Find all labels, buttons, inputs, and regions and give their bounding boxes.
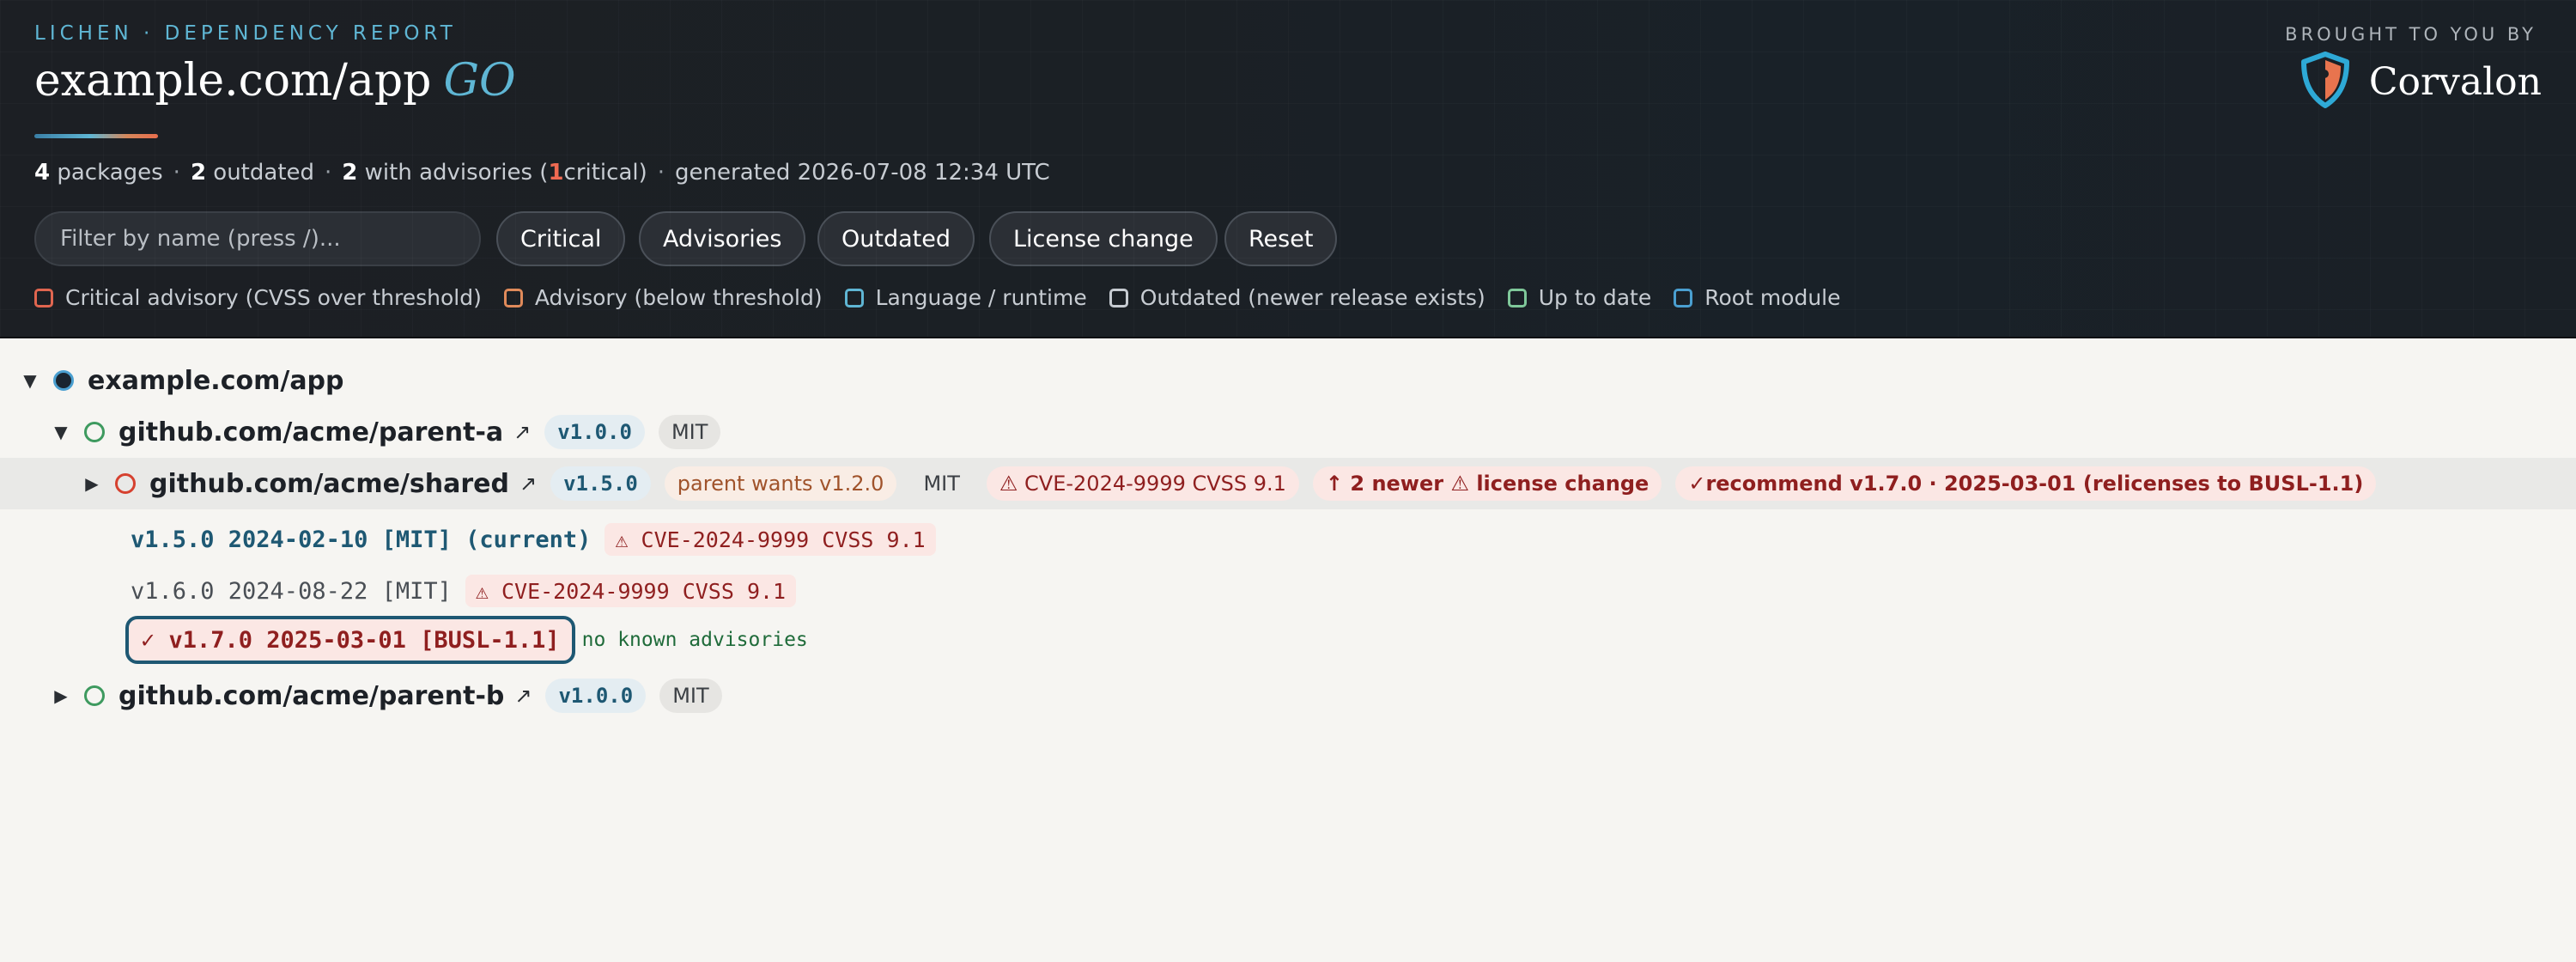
- license-change-filter-button[interactable]: License change: [989, 211, 1218, 266]
- advisories-label: with advisories (: [364, 160, 549, 186]
- legend-swatch: [1674, 288, 1693, 307]
- legend-swatch: [1507, 288, 1527, 307]
- cve-badge: ⚠ CVE-2024-9999 CVSS 9.1: [605, 523, 936, 556]
- external-link-icon[interactable]: ↗: [514, 684, 532, 708]
- package-name: example.com/app: [88, 365, 344, 396]
- tree-row-parent-b[interactable]: ▶ github.com/acme/parent-b ↗ v1.0.0 MIT: [48, 670, 722, 722]
- reset-button[interactable]: Reset: [1224, 211, 1338, 266]
- legend-language[interactable]: Language / runtime: [844, 285, 1087, 310]
- brand: Corvalon: [2299, 52, 2542, 112]
- legend-swatch: [34, 288, 53, 307]
- title-underline: [34, 134, 158, 138]
- legend-critical[interactable]: Critical advisory (CVSS over threshold): [34, 285, 482, 310]
- up-to-date-icon: [84, 422, 105, 442]
- external-link-icon[interactable]: ↗: [513, 420, 531, 444]
- version-text: v1.6.0 2024-08-22 [MIT]: [131, 577, 452, 605]
- generated-timestamp: generated 2026-07-08 12:34 UTC: [675, 160, 1050, 186]
- recommended-version[interactable]: ✓ v1.7.0 2025-03-01 [BUSL-1.1]: [125, 616, 575, 664]
- legend-label: Language / runtime: [875, 285, 1087, 310]
- license-badge: MIT: [659, 679, 722, 713]
- filter-input[interactable]: [34, 211, 481, 266]
- no-advisories-note: no known advisories: [581, 629, 808, 651]
- recommend-badge: ✓recommend v1.7.0 · 2025-03-01 (relicens…: [1675, 466, 2377, 501]
- legend-advisory[interactable]: Advisory (below threshold): [503, 285, 823, 310]
- package-name: github.com/acme/parent-b: [118, 680, 505, 711]
- critical-count: 1: [548, 160, 564, 186]
- report-kicker: LICHEN · DEPENDENCY REPORT: [34, 22, 457, 45]
- parent-wants-badge: parent wants v1.2.0: [664, 466, 897, 501]
- packages-label: packages: [57, 160, 163, 186]
- legend-label: Advisory (below threshold): [534, 285, 823, 310]
- legend-label: Outdated (newer release exists): [1139, 285, 1485, 310]
- caret-right-icon[interactable]: ▶: [48, 685, 74, 706]
- summary-line: 4 packages · 2 outdated · 2 with advisories …: [34, 160, 1050, 186]
- legend-swatch: [844, 288, 864, 307]
- legend-label: Critical advisory (CVSS over threshold): [65, 285, 482, 310]
- legend-label: Root module: [1704, 285, 1841, 310]
- critical-advisory-icon: [115, 473, 136, 494]
- newer-versions-badge: ↑ 2 newer ⚠ license change: [1312, 466, 1662, 501]
- external-link-icon[interactable]: ↗: [519, 472, 537, 496]
- version-badge: v1.5.0: [550, 466, 651, 501]
- package-name: github.com/acme/parent-a: [118, 417, 504, 448]
- version-badge: v1.0.0: [545, 679, 647, 713]
- caret-down-icon[interactable]: ▼: [48, 422, 74, 442]
- module-name: example.com/app: [34, 55, 432, 107]
- root-module-icon: [53, 370, 74, 391]
- packages-count: 4: [34, 160, 51, 186]
- brand-kicker: BROUGHT TO YOU BY: [2285, 24, 2537, 45]
- legend: Critical advisory (CVSS over threshold) …: [34, 285, 1863, 310]
- dependency-tree: ▼ example.com/app ▼ github.com/acme/pare…: [0, 338, 2576, 962]
- cve-badge: ⚠ CVE-2024-9999 CVSS 9.1: [465, 575, 797, 607]
- outdated-label: outdated: [213, 160, 315, 186]
- package-name: github.com/acme/shared: [149, 468, 509, 499]
- language-label: GO: [443, 55, 516, 107]
- version-badge: v1.0.0: [544, 415, 645, 449]
- critical-label: critical): [563, 160, 647, 186]
- caret-down-icon[interactable]: ▼: [17, 370, 43, 391]
- page-title: example.com/app GO: [34, 55, 516, 107]
- legend-label: Up to date: [1538, 285, 1652, 310]
- outdated-filter-button[interactable]: Outdated: [817, 211, 975, 266]
- critical-filter-button[interactable]: Critical: [496, 211, 626, 266]
- legend-outdated[interactable]: Outdated (newer release exists): [1109, 285, 1485, 310]
- legend-swatch: [503, 288, 523, 307]
- tree-row-parent-a[interactable]: ▼ github.com/acme/parent-a ↗ v1.0.0 MIT: [48, 406, 721, 458]
- legend-root-module[interactable]: Root module: [1674, 285, 1841, 310]
- version-row[interactable]: v1.6.0 2024-08-22 [MIT] ⚠ CVE-2024-9999 …: [131, 569, 797, 613]
- version-text: v1.5.0 2024-02-10 [MIT] (current): [131, 526, 592, 553]
- brand-name: Corvalon: [2368, 59, 2542, 104]
- legend-up-to-date[interactable]: Up to date: [1507, 285, 1652, 310]
- tree-row-shared[interactable]: ▶ github.com/acme/shared ↗ v1.5.0 parent…: [0, 458, 2576, 509]
- legend-swatch: [1109, 288, 1128, 307]
- license-badge: MIT: [658, 415, 721, 449]
- shield-logo-icon: [2299, 52, 2352, 112]
- cve-badge: ⚠ CVE-2024-9999 CVSS 9.1: [986, 466, 1299, 501]
- tree-row-root[interactable]: ▼ example.com/app: [17, 355, 344, 406]
- advisories-filter-button[interactable]: Advisories: [639, 211, 806, 266]
- outdated-count: 2: [190, 160, 207, 186]
- report-header: LICHEN · DEPENDENCY REPORT example.com/a…: [0, 0, 2576, 338]
- up-to-date-icon: [84, 685, 105, 706]
- version-row-recommended[interactable]: ✓ v1.7.0 2025-03-01 [BUSL-1.1] no known …: [125, 613, 808, 667]
- advisories-count: 2: [342, 160, 358, 186]
- version-row-current[interactable]: v1.5.0 2024-02-10 [MIT] (current) ⚠ CVE-…: [131, 517, 936, 562]
- caret-right-icon[interactable]: ▶: [79, 473, 105, 494]
- license-badge: MIT: [923, 472, 960, 496]
